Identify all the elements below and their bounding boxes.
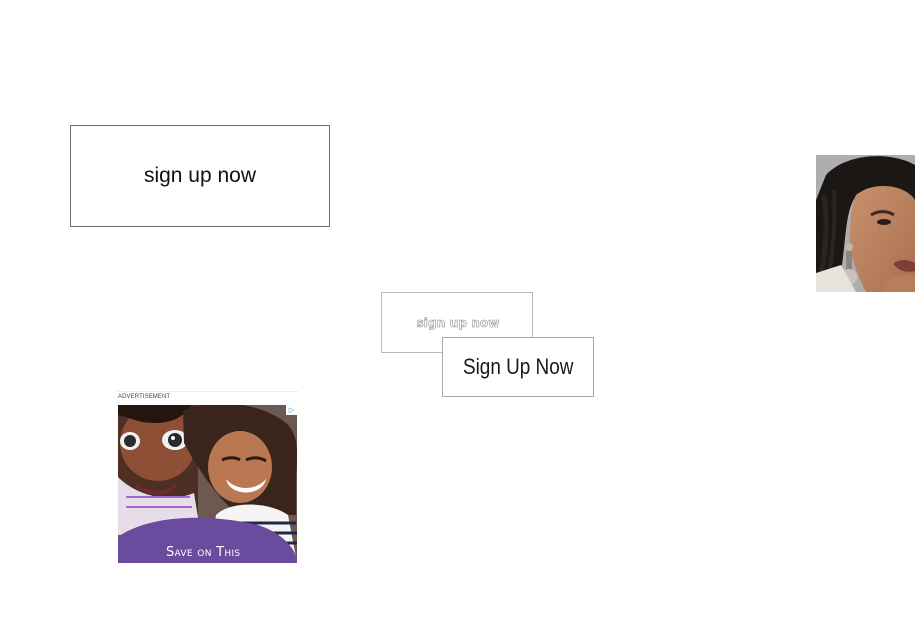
portrait-illustration (816, 155, 915, 292)
advertisement-image[interactable]: ▷ Save on This (118, 405, 297, 563)
advertisement[interactable]: ADVERTISEMENT ▷ Save on This (117, 391, 298, 563)
sign-up-now-large-label: sign up now (143, 164, 257, 187)
advertisement-illustration (118, 405, 297, 563)
portrait-photo (816, 155, 915, 292)
sign-up-now-condensed-button[interactable]: Sign Up Now (442, 337, 594, 397)
sign-up-now-large-button[interactable]: sign up now (70, 125, 330, 227)
sign-up-now-condensed-label: Sign Up Now (462, 354, 574, 379)
sign-up-now-outline-label: sign up now (416, 315, 500, 330)
adchoices-icon[interactable]: ▷ (286, 405, 297, 415)
advertisement-label: ADVERTISEMENT (118, 394, 171, 400)
advertisement-cta-text: Save on This (166, 545, 241, 560)
